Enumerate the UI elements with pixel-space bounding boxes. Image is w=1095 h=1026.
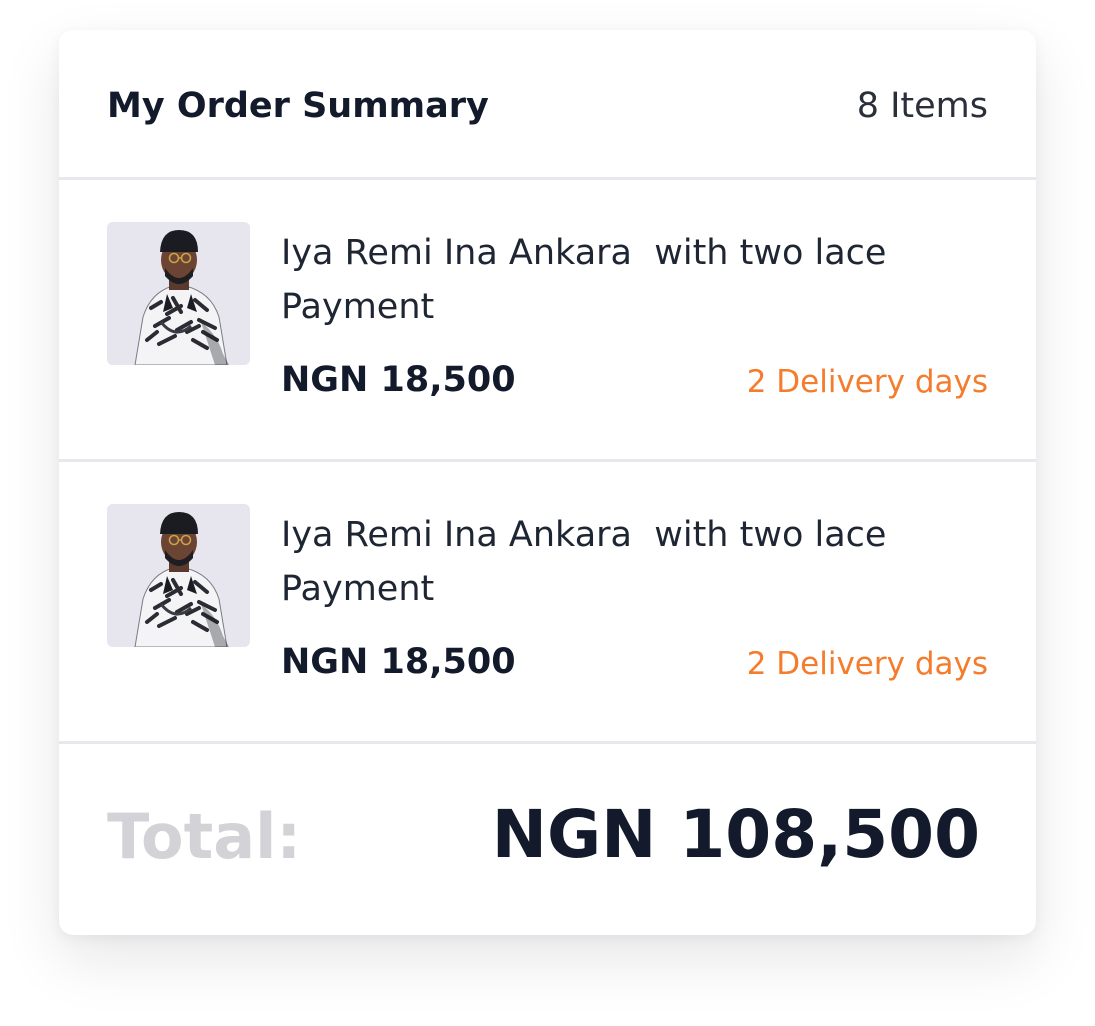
total-value: NGN 108,500	[491, 796, 980, 873]
item-name: Iya Remi Ina Ankara with two lace Paymen…	[281, 233, 898, 327]
item-count: 8 Items	[856, 86, 988, 126]
order-summary-title: My Order Summary	[107, 86, 489, 126]
item-name: Iya Remi Ina Ankara with two lace Paymen…	[281, 515, 898, 609]
total-label: Total:	[107, 800, 302, 873]
order-summary-header: My Order Summary 8 Items	[59, 30, 1036, 180]
product-thumbnail	[107, 222, 250, 365]
delivery-days: 2 Delivery days	[746, 646, 988, 682]
product-thumbnail	[107, 504, 250, 647]
delivery-days: 2 Delivery days	[746, 364, 988, 400]
item-price: NGN 18,500	[281, 642, 516, 682]
order-item[interactable]: Iya Remi Ina Ankara with two lace Paymen…	[59, 462, 1036, 744]
item-price: NGN 18,500	[281, 360, 516, 400]
order-item[interactable]: Iya Remi Ina Ankara with two lace Paymen…	[59, 180, 1036, 462]
order-summary-card: My Order Summary 8 Items Iya Remi Ina An…	[59, 30, 1036, 935]
